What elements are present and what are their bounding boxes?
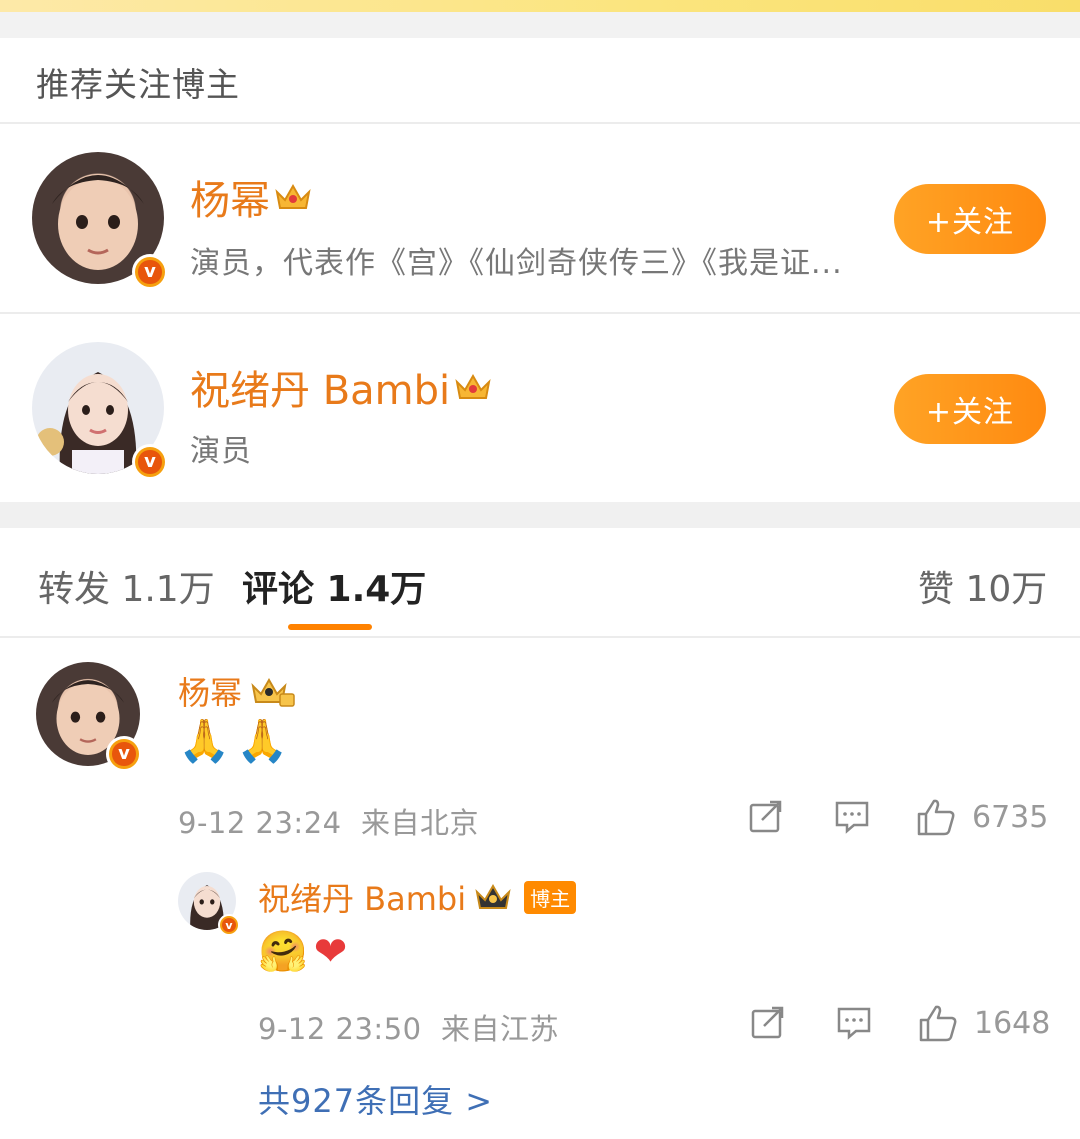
like-icon[interactable]: [918, 1004, 958, 1042]
share-icon[interactable]: [750, 1006, 786, 1040]
section-gap: [0, 12, 1080, 38]
more-replies-link[interactable]: 共927条回复 >: [258, 1076, 493, 1122]
like-count: 6735: [972, 800, 1049, 835]
reply-icon[interactable]: [836, 1006, 872, 1040]
verified-icon: v: [218, 914, 240, 936]
crown-icon: [275, 183, 311, 209]
tab-comments[interactable]: 评论 1.4万: [242, 560, 426, 612]
recommend-card[interactable]: v 祝绪丹 Bambi 演员 +关注: [0, 314, 1080, 502]
tab-repost[interactable]: 转发 1.1万: [38, 560, 215, 612]
comment-author[interactable]: 杨幂: [178, 668, 296, 714]
verified-icon: v: [132, 254, 168, 290]
tab-likes[interactable]: 赞 10万: [918, 560, 1047, 612]
section-gap: [0, 502, 1080, 528]
user-name[interactable]: 祝绪丹 Bambi: [190, 358, 492, 416]
follow-button[interactable]: +关注: [894, 184, 1046, 254]
divider: [0, 636, 1080, 638]
verified-icon: v: [106, 736, 142, 772]
crown-icon: [455, 373, 491, 399]
verified-icon: v: [132, 444, 168, 480]
user-name[interactable]: 杨幂: [190, 168, 312, 226]
top-banner-strip: [0, 0, 1080, 12]
crown-icon: [251, 677, 295, 707]
follow-button[interactable]: +关注: [894, 374, 1046, 444]
user-description: 演员，代表作《宫》《仙剑奇侠传三》《我是证...: [190, 246, 843, 281]
crown-icon: [475, 883, 511, 909]
user-description: 演员: [190, 434, 252, 469]
comment-body: 🙏🙏: [178, 716, 295, 765]
reply-body: 🤗❤: [258, 929, 354, 975]
recommend-card[interactable]: v 杨幂 演员，代表作《宫》《仙剑奇侠传三》《我是证... +关注: [0, 124, 1080, 312]
recommend-title: 推荐关注博主: [36, 65, 240, 104]
active-tab-indicator: [288, 624, 372, 630]
reply-meta: 9-12 23:50 来自江苏: [258, 1012, 560, 1046]
like-icon[interactable]: [916, 798, 956, 836]
comment-meta: 9-12 23:24 来自北京: [178, 806, 480, 840]
share-icon[interactable]: [748, 800, 784, 834]
reply-author[interactable]: 祝绪丹 Bambi 博主: [258, 874, 577, 920]
like-count: 1648: [974, 1006, 1051, 1041]
reply-icon[interactable]: [834, 800, 870, 834]
author-badge: 博主: [524, 880, 577, 914]
